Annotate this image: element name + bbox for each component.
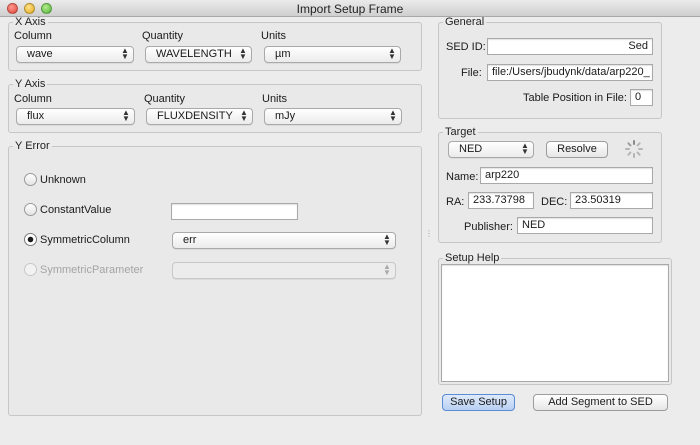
symmetric-parameter-radio-label: SymmetricParameter bbox=[40, 264, 144, 276]
x-units-value: µm bbox=[275, 48, 291, 60]
updown-arrows-icon: ▲ ▼ bbox=[240, 108, 248, 123]
add-segment-button[interactable]: Add Segment to SED bbox=[533, 394, 668, 411]
publisher-label: Publisher: bbox=[464, 221, 513, 233]
table-position-label: Table Position in File: bbox=[523, 92, 627, 104]
updown-arrows-icon: ▲ ▼ bbox=[521, 141, 529, 156]
updown-arrows-icon: ▲ ▼ bbox=[121, 46, 129, 61]
y-quantity-label: Quantity bbox=[144, 93, 185, 105]
x-quantity-select[interactable]: WAVELENGTH ▲ ▼ bbox=[145, 46, 252, 63]
ra-input[interactable]: 233.73798 bbox=[468, 192, 534, 209]
constant-value-radio[interactable] bbox=[24, 203, 37, 216]
constant-value-radio-label[interactable]: ConstantValue bbox=[40, 204, 111, 216]
resolver-service-select[interactable]: NED ▲ ▼ bbox=[448, 141, 534, 158]
busy-spinner-icon bbox=[624, 139, 644, 159]
title-bar: Import Setup Frame bbox=[0, 0, 700, 17]
resolve-button[interactable]: Resolve bbox=[546, 141, 608, 158]
dec-input[interactable]: 23.50319 bbox=[570, 192, 653, 209]
sed-id-input[interactable]: Sed bbox=[487, 38, 653, 55]
symmetric-parameter-radio bbox=[24, 263, 37, 276]
x-units-select[interactable]: µm ▲ ▼ bbox=[264, 46, 401, 63]
y-column-value: flux bbox=[27, 110, 45, 122]
target-name-input[interactable]: arp220 bbox=[480, 167, 653, 184]
general-legend: General bbox=[445, 16, 485, 28]
y-quantity-select[interactable]: FLUXDENSITY ▲ ▼ bbox=[146, 108, 253, 125]
table-position-input[interactable]: 0 bbox=[630, 89, 653, 106]
setup-help-textarea[interactable] bbox=[441, 264, 669, 382]
symmetric-column-select[interactable]: err ▲ ▼ bbox=[172, 232, 396, 249]
file-label: File: bbox=[461, 67, 482, 79]
ra-label: RA: bbox=[446, 196, 465, 208]
unknown-radio-label[interactable]: Unknown bbox=[40, 174, 86, 186]
file-input[interactable]: file:/Users/jbudynk/data/arp220_ bbox=[487, 64, 653, 81]
updown-arrows-icon: ▲ ▼ bbox=[388, 46, 396, 61]
y-column-label: Column bbox=[14, 93, 52, 105]
window-title: Import Setup Frame bbox=[296, 2, 404, 16]
publisher-input[interactable]: NED bbox=[517, 217, 653, 234]
y-units-value: mJy bbox=[275, 110, 296, 122]
symmetric-column-radio-label[interactable]: SymmetricColumn bbox=[40, 234, 130, 246]
y-axis-legend: Y Axis bbox=[15, 78, 46, 90]
y-column-select[interactable]: flux ▲ ▼ bbox=[16, 108, 135, 125]
x-units-label: Units bbox=[261, 30, 287, 42]
updown-arrows-icon: ▲ ▼ bbox=[389, 108, 397, 123]
sed-id-label: SED ID: bbox=[446, 41, 486, 53]
split-pane-divider-icon[interactable]: ⋮ bbox=[425, 229, 433, 238]
target-name-label: Name: bbox=[446, 171, 479, 183]
symmetric-column-radio[interactable] bbox=[24, 233, 37, 246]
updown-arrows-icon: ▲ ▼ bbox=[122, 108, 130, 123]
resolver-service-value: NED bbox=[459, 143, 483, 155]
constant-value-input[interactable] bbox=[171, 203, 298, 220]
x-axis-legend: X Axis bbox=[15, 16, 46, 28]
symmetric-parameter-select: ▲ ▼ bbox=[172, 262, 396, 279]
target-legend: Target bbox=[445, 126, 476, 138]
dec-label: DEC: bbox=[541, 196, 568, 208]
y-units-select[interactable]: mJy ▲ ▼ bbox=[264, 108, 402, 125]
setup-help-legend: Setup Help bbox=[445, 252, 500, 264]
x-column-select[interactable]: wave ▲ ▼ bbox=[16, 46, 134, 63]
updown-arrows-icon: ▲ ▼ bbox=[239, 46, 247, 61]
x-column-value: wave bbox=[27, 48, 53, 60]
updown-arrows-icon: ▲ ▼ bbox=[383, 262, 391, 277]
y-quantity-value: FLUXDENSITY bbox=[157, 110, 233, 122]
unknown-radio[interactable] bbox=[24, 173, 37, 186]
save-setup-button[interactable]: Save Setup bbox=[442, 394, 515, 411]
symmetric-column-value: err bbox=[183, 234, 197, 246]
updown-arrows-icon: ▲ ▼ bbox=[383, 232, 391, 247]
y-error-legend: Y Error bbox=[15, 140, 50, 152]
x-column-label: Column bbox=[14, 30, 52, 42]
x-quantity-label: Quantity bbox=[142, 30, 183, 42]
x-quantity-value: WAVELENGTH bbox=[156, 48, 232, 60]
y-units-label: Units bbox=[262, 93, 288, 105]
